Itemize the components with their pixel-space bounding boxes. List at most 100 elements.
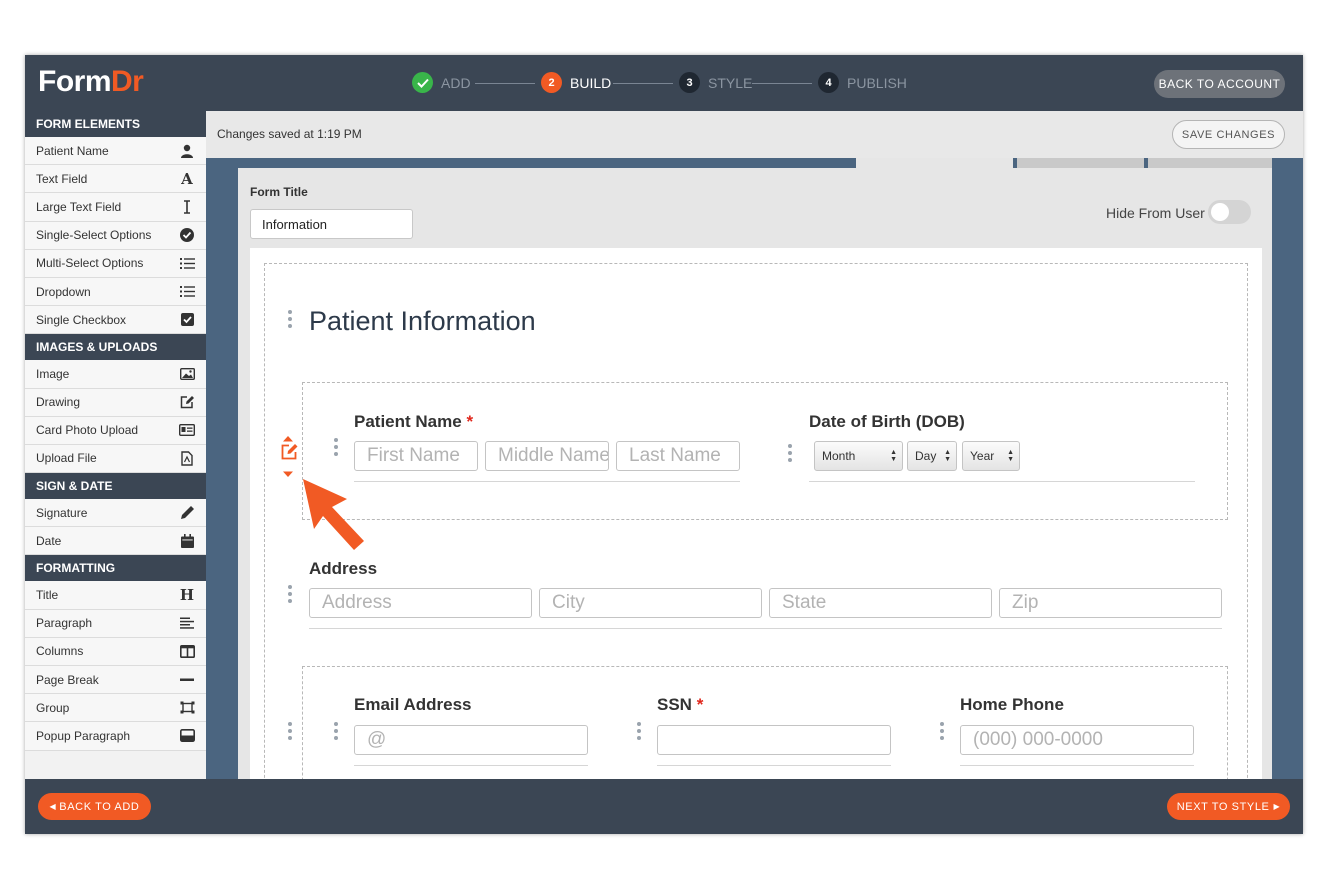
image-icon — [179, 366, 195, 382]
dob-month-select[interactable]: Month ▲ ▼ — [814, 441, 903, 471]
field-underline — [809, 481, 1195, 482]
email-input[interactable]: @ — [354, 725, 588, 755]
minus-icon — [179, 672, 195, 688]
person-icon — [179, 143, 195, 159]
dob-day-select[interactable]: Day ▲ ▼ — [907, 441, 957, 471]
patient-name-label: Patient Name * — [354, 412, 474, 431]
sidebar-item-columns[interactable]: Columns — [25, 637, 206, 666]
section-sign-date: SIGN & DATE — [25, 473, 206, 500]
page-tab[interactable] — [1148, 158, 1272, 168]
hide-from-user-toggle[interactable] — [1208, 200, 1251, 224]
select-arrows-icon: ▲ ▼ — [890, 449, 897, 463]
field-underline — [960, 765, 1194, 766]
form-canvas: Form Title Information Hide From User Pa… — [206, 158, 1303, 806]
drag-handle-icon[interactable] — [788, 444, 792, 462]
step-connector — [613, 83, 673, 84]
back-to-add-button[interactable]: ◀ BACK TO ADD — [38, 793, 151, 820]
sidebar-item-group[interactable]: Group — [25, 694, 206, 723]
pointer-arrow-icon — [300, 477, 370, 558]
hide-from-user-label: Hide From User — [1106, 205, 1205, 221]
save-changes-button[interactable]: SAVE CHANGES — [1172, 120, 1285, 149]
step-publish[interactable]: 4 PUBLISH — [818, 72, 907, 93]
sidebar-item-image[interactable]: Image — [25, 360, 206, 389]
check-icon — [412, 72, 433, 93]
form-heading[interactable]: Patient Information — [309, 306, 536, 337]
sidebar-item-signature[interactable]: Signature — [25, 499, 206, 528]
drag-handle-icon[interactable] — [288, 585, 292, 603]
select-arrows-icon: ▲ ▼ — [1007, 449, 1014, 463]
pen-icon — [179, 505, 195, 521]
save-status-text: Changes saved at 1:19 PM — [217, 127, 362, 141]
bottom-nav-bar: ◀ BACK TO ADD NEXT TO STYLE ▶ — [25, 779, 1303, 834]
app-window: FormDr ADD 2 BUILD 3 STYLE 4 PUBLISH BAC… — [25, 55, 1303, 834]
pencil-square-icon — [179, 394, 195, 410]
page-tab[interactable] — [856, 158, 1013, 168]
step-connector — [752, 83, 812, 84]
address-label: Address — [309, 559, 378, 578]
step-add[interactable]: ADD — [412, 72, 471, 93]
sidebar-item-popup-paragraph[interactable]: Popup Paragraph — [25, 722, 206, 751]
check-circle-icon — [179, 227, 195, 243]
sidebar-item-patient-name[interactable]: Patient Name — [25, 137, 206, 166]
sidebar-item-single-checkbox[interactable]: Single Checkbox — [25, 306, 206, 335]
formdr-logo[interactable]: FormDr — [38, 65, 144, 99]
sidebar-item-title[interactable]: Title H — [25, 581, 206, 610]
select-arrows-icon: ▲ ▼ — [944, 449, 951, 463]
move-down-icon[interactable] — [282, 465, 294, 483]
drag-handle-icon[interactable] — [288, 310, 292, 328]
middle-name-input[interactable]: Middle Name — [485, 441, 609, 471]
checkbox-icon — [179, 312, 195, 328]
edit-icon[interactable] — [281, 443, 299, 465]
next-to-style-button[interactable]: NEXT TO STYLE ▶ — [1167, 793, 1290, 820]
caret-left-icon: ◀ — [49, 802, 57, 811]
sidebar-item-date[interactable]: Date — [25, 527, 206, 556]
sidebar-item-single-select[interactable]: Single-Select Options — [25, 221, 206, 250]
sidebar-item-dropdown[interactable]: Dropdown — [25, 277, 206, 307]
address-input[interactable]: Address — [309, 588, 532, 618]
list-icon — [179, 284, 195, 300]
back-to-account-button[interactable]: BACK TO ACCOUNT — [1154, 70, 1285, 98]
ssn-label: SSN * — [657, 695, 704, 714]
caret-right-icon: ▶ — [1273, 802, 1281, 811]
step-build[interactable]: 2 BUILD — [541, 72, 611, 93]
ssn-input[interactable] — [657, 725, 891, 755]
drag-handle-icon[interactable] — [637, 722, 641, 740]
zip-input[interactable]: Zip — [999, 588, 1222, 618]
sidebar-item-card-photo-upload[interactable]: Card Photo Upload — [25, 416, 206, 445]
step-number: 3 — [679, 72, 700, 93]
field-underline — [354, 765, 588, 766]
step-number: 4 — [818, 72, 839, 93]
sidebar-item-text-field[interactable]: Text Field A — [25, 165, 206, 194]
step-connector — [475, 83, 535, 84]
file-icon — [179, 450, 195, 466]
top-header: FormDr ADD 2 BUILD 3 STYLE 4 PUBLISH BAC… — [25, 55, 1303, 111]
sidebar-item-upload-file[interactable]: Upload File — [25, 444, 206, 474]
list-icon — [179, 255, 195, 271]
first-name-input[interactable]: First Name — [354, 441, 478, 471]
home-phone-input[interactable]: (000) 000-0000 — [960, 725, 1194, 755]
drag-handle-icon[interactable] — [334, 438, 338, 456]
sidebar-item-multi-select[interactable]: Multi-Select Options — [25, 249, 206, 278]
last-name-input[interactable]: Last Name — [616, 441, 740, 471]
sidebar-item-drawing[interactable]: Drawing — [25, 388, 206, 417]
form-title-label: Form Title — [250, 185, 308, 199]
text-cursor-icon — [179, 199, 195, 215]
sidebar-item-large-text-field[interactable]: Large Text Field — [25, 193, 206, 222]
drag-handle-icon[interactable] — [334, 722, 338, 740]
state-input[interactable]: State — [769, 588, 992, 618]
calendar-icon — [179, 533, 195, 549]
home-phone-label: Home Phone — [960, 695, 1064, 714]
sidebar-item-page-break[interactable]: Page Break — [25, 666, 206, 695]
drag-handle-icon[interactable] — [940, 722, 944, 740]
sidebar-item-paragraph[interactable]: Paragraph — [25, 609, 206, 638]
step-style[interactable]: 3 STYLE — [679, 72, 752, 93]
columns-icon — [179, 643, 195, 659]
align-left-icon — [179, 615, 195, 631]
form-title-input[interactable]: Information — [250, 209, 413, 239]
dob-year-select[interactable]: Year ▲ ▼ — [962, 441, 1020, 471]
city-input[interactable]: City — [539, 588, 762, 618]
field-underline — [309, 628, 1222, 629]
field-underline — [354, 481, 740, 482]
page-tab[interactable] — [1017, 158, 1144, 168]
drag-handle-icon[interactable] — [288, 722, 292, 740]
